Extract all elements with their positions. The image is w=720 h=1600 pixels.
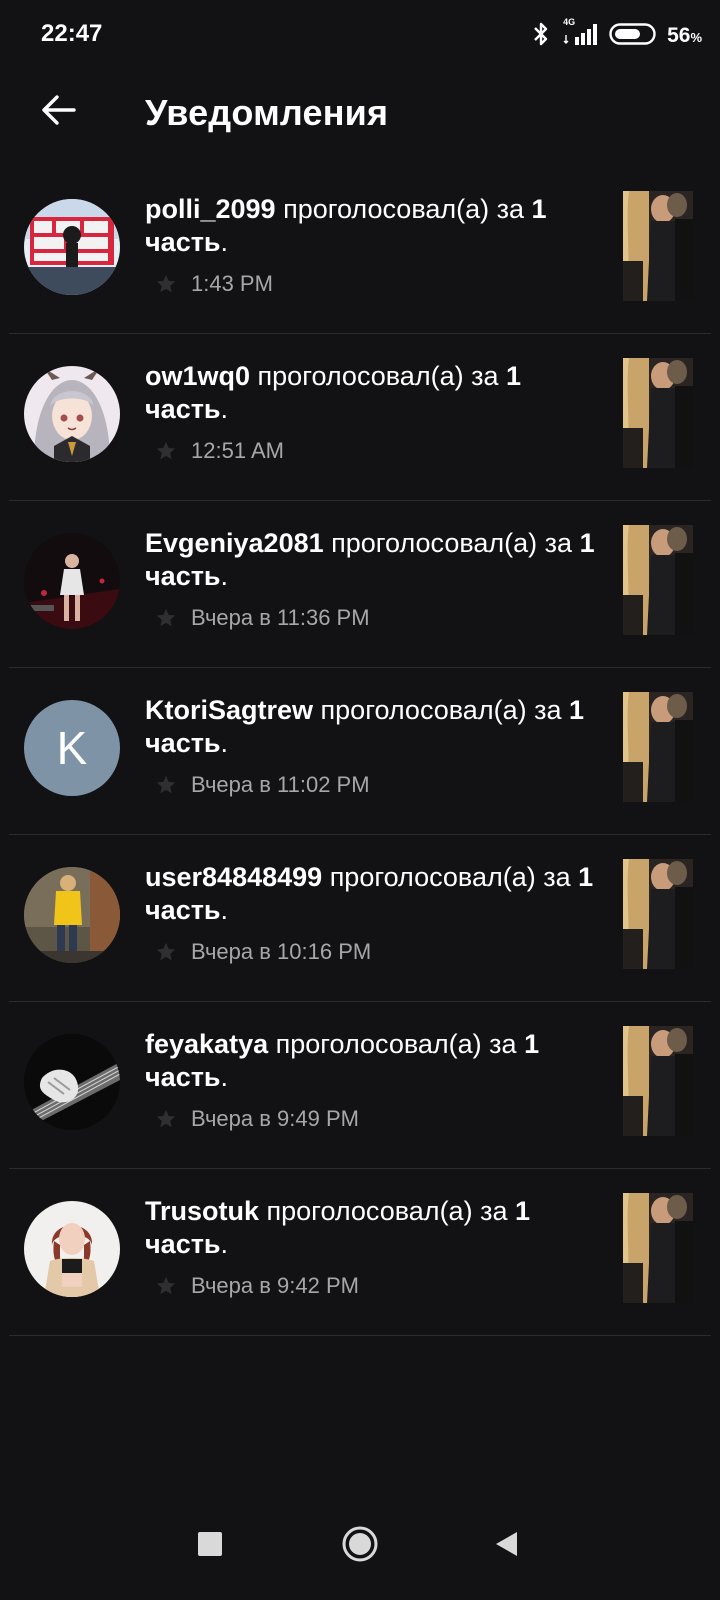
notification-meta: Вчера в 11:36 PM — [155, 605, 370, 631]
part-word: часть — [145, 1062, 221, 1092]
part-word: часть — [145, 227, 221, 257]
avatar[interactable] — [24, 366, 120, 462]
star-icon — [155, 273, 191, 295]
part-word: часть — [145, 1229, 221, 1259]
star-icon — [155, 440, 191, 462]
recents-button[interactable] — [190, 1526, 230, 1566]
star-icon — [155, 1275, 191, 1297]
avatar[interactable] — [24, 1034, 120, 1130]
notification-meta: Вчера в 10:16 PM — [155, 939, 371, 965]
notification-meta: 1:43 PM — [155, 271, 273, 297]
username[interactable]: KtoriSagtrew — [145, 695, 313, 725]
notification-time: 12:51 AM — [191, 438, 284, 463]
part-word: часть — [145, 394, 221, 424]
part-number: 1 — [578, 862, 594, 892]
avatar[interactable] — [24, 867, 120, 963]
action-text: проголосовал(а) за — [329, 862, 571, 892]
home-circle-icon — [341, 1525, 379, 1568]
notification-time: Вчера в 9:49 PM — [191, 1106, 359, 1131]
notification-time: Вчера в 9:42 PM — [191, 1273, 359, 1298]
status-bar: 22:47 4G 56% — [0, 0, 720, 70]
app-header: Уведомления — [0, 80, 720, 144]
bluetooth-icon — [531, 21, 551, 52]
part-word: часть — [145, 561, 221, 591]
part-number: 1 — [569, 695, 585, 725]
part-word: часть — [145, 728, 221, 758]
username[interactable]: ow1wq0 — [145, 361, 250, 391]
notification-text: polli_2099 проголосовал(а) за 1 часть. — [145, 194, 547, 257]
part-number: 1 — [531, 194, 547, 224]
arrow-left-icon — [40, 94, 76, 131]
story-cover-thumbnail[interactable] — [623, 191, 693, 301]
story-cover-thumbnail[interactable] — [623, 1193, 693, 1303]
notification-item[interactable]: user84848499 проголосовал(а) за 1 часть.… — [9, 835, 711, 1002]
battery-icon — [609, 22, 657, 51]
notification-item[interactable]: K KtoriSagtrew проголосовал(а) за 1 часть… — [9, 668, 711, 835]
star-icon — [155, 607, 191, 629]
notification-item[interactable]: polli_2099 проголосовал(а) за 1 часть. 1:… — [9, 167, 711, 334]
star-icon — [155, 941, 191, 963]
notification-time: 1:43 PM — [191, 271, 273, 296]
username[interactable]: Evgeniya2081 — [145, 528, 324, 558]
notification-text: Trusotuk проголосовал(а) за 1 часть. — [145, 1196, 531, 1259]
status-time: 22:47 — [41, 20, 103, 47]
username[interactable]: polli_2099 — [145, 194, 276, 224]
action-text: проголосовал(а) за — [320, 695, 562, 725]
story-cover-thumbnail[interactable] — [623, 859, 693, 969]
avatar[interactable] — [24, 533, 120, 629]
notification-meta: 12:51 AM — [155, 438, 284, 464]
notification-item[interactable]: Evgeniya2081 проголосовал(а) за 1 часть.… — [9, 501, 711, 668]
notification-text: user84848499 проголосовал(а) за 1 часть. — [145, 862, 594, 925]
notification-time: Вчера в 11:36 PM — [191, 605, 370, 630]
status-icons: 4G 56% — [531, 17, 702, 52]
avatar[interactable] — [24, 1201, 120, 1297]
recents-square-icon — [197, 1531, 223, 1562]
system-nav-bar — [0, 1490, 720, 1600]
story-cover-thumbnail[interactable] — [623, 358, 693, 468]
back-button[interactable] — [36, 90, 80, 134]
notification-time: Вчера в 11:02 PM — [191, 772, 370, 797]
part-word: часть — [145, 895, 221, 925]
username[interactable]: user84848499 — [145, 862, 322, 892]
avatar-letter: K — [24, 700, 120, 796]
network-type-label: 4G — [563, 16, 576, 27]
notification-meta: Вчера в 9:42 PM — [155, 1273, 359, 1299]
action-text: проголосовал(а) за — [331, 528, 573, 558]
part-number: 1 — [514, 1196, 531, 1226]
avatar[interactable] — [24, 199, 120, 295]
story-cover-thumbnail[interactable] — [623, 692, 693, 802]
action-text: проголосовал(а) за — [283, 194, 525, 224]
action-text: проголосовал(а) за — [275, 1029, 517, 1059]
username[interactable]: Trusotuk — [145, 1196, 259, 1226]
part-number: 1 — [579, 528, 595, 558]
star-icon — [155, 774, 191, 796]
back-triangle-icon — [493, 1530, 519, 1563]
page-title: Уведомления — [145, 92, 389, 133]
notification-item[interactable]: Trusotuk проголосовал(а) за 1 часть. Вчер… — [9, 1169, 711, 1336]
notification-text: ow1wq0 проголосовал(а) за 1 часть. — [145, 361, 522, 424]
notification-list: polli_2099 проголосовал(а) за 1 часть. 1:… — [0, 167, 720, 1336]
battery-percent: 56% — [667, 24, 702, 47]
action-text: проголосовал(а) за — [266, 1196, 508, 1226]
notification-text: feyakatya проголосовал(а) за 1 часть. — [145, 1029, 540, 1092]
star-icon — [155, 1108, 191, 1130]
story-cover-thumbnail[interactable] — [623, 525, 693, 635]
home-button[interactable] — [340, 1526, 380, 1566]
notification-text: KtoriSagtrew проголосовал(а) за 1 часть. — [145, 695, 585, 758]
notification-meta: Вчера в 11:02 PM — [155, 772, 370, 798]
system-back-button[interactable] — [486, 1526, 526, 1566]
avatar[interactable]: K — [24, 700, 120, 796]
notification-item[interactable]: feyakatya проголосовал(а) за 1 часть. Вче… — [9, 1002, 711, 1169]
part-number: 1 — [524, 1029, 540, 1059]
notification-meta: Вчера в 9:49 PM — [155, 1106, 359, 1132]
notification-item[interactable]: ow1wq0 проголосовал(а) за 1 часть. 12:51 … — [9, 334, 711, 501]
signal-icon: 4G — [561, 17, 599, 52]
part-number: 1 — [506, 361, 522, 391]
notification-time: Вчера в 10:16 PM — [191, 939, 372, 964]
username[interactable]: feyakatya — [145, 1029, 268, 1059]
notification-text: Evgeniya2081 проголосовал(а) за 1 часть. — [145, 528, 595, 591]
action-text: проголосовал(а) за — [257, 361, 499, 391]
story-cover-thumbnail[interactable] — [623, 1026, 693, 1136]
